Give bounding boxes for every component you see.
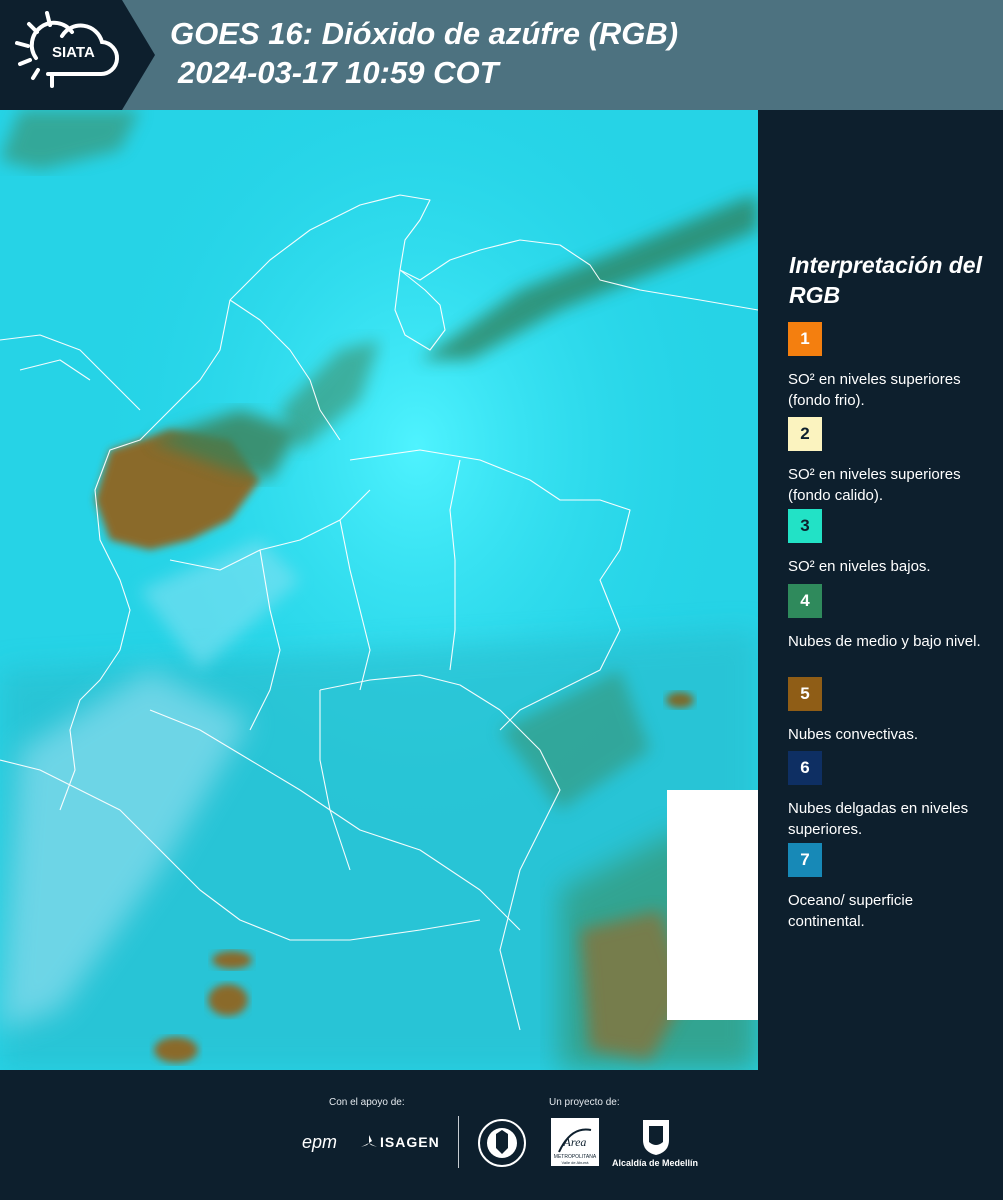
legend-label-7: Oceano/ superficie continental. <box>788 892 914 930</box>
svg-text:Valle de Aburrá: Valle de Aburrá <box>561 1160 589 1165</box>
legend-item-3: 3 SO² en niveles bajos. <box>788 509 993 577</box>
legend-label-4: Nubes de medio y bajo nivel. <box>788 633 981 650</box>
legend-swatch-5: 5 <box>788 677 822 711</box>
legend-swatch-4: 4 <box>788 584 822 618</box>
legend-swatch-2: 2 <box>788 417 822 451</box>
page-title-line2: 2024-03-17 10:59 COT <box>178 55 499 90</box>
legend-label-1: SO² en niveles superiores (fondo frio). <box>788 371 961 409</box>
footer: Con el apoyo de: epm ISAGEN Un proyecto … <box>0 1070 1003 1200</box>
satellite-map <box>0 110 758 1070</box>
legend-swatch-7: 7 <box>788 843 822 877</box>
legend-item-5: 5 Nubes convectivas. <box>788 677 993 745</box>
legend-item-2: 2 SO² en niveles superiores (fondo calid… <box>788 417 993 506</box>
logo-text: SIATA <box>52 44 95 61</box>
svg-text:Área: Área <box>563 1135 587 1149</box>
project-label: Un proyecto de: <box>549 1097 620 1108</box>
legend-swatch-6: 6 <box>788 751 822 785</box>
legend-swatch-1: 1 <box>788 322 822 356</box>
epm-logo: epm <box>302 1132 338 1152</box>
page-title-line1: GOES 16: Dióxido de azúfre (RGB) <box>170 16 679 51</box>
legend-item-7: 7 Oceano/ superficie continental. <box>788 843 993 932</box>
header-bar: SIATA GOES 16: Dióxido de azúfre (RGB) 2… <box>0 0 1003 110</box>
legend-label-3: SO² en niveles bajos. <box>788 558 931 575</box>
legend-item-1: 1 SO² en niveles superiores (fondo frio)… <box>788 322 993 411</box>
legend-item-6: 6 Nubes delgadas en niveles superiores. <box>788 751 993 840</box>
siata-logo: SIATA <box>0 0 155 110</box>
legend-title: Interpretación del RGB <box>789 252 982 308</box>
medellin-shield-icon <box>643 1120 669 1155</box>
isagen-logo-icon <box>361 1135 377 1147</box>
satellite-map-image <box>0 110 758 1070</box>
footer-divider <box>458 1116 459 1168</box>
isagen-logo: ISAGEN <box>380 1134 440 1150</box>
alcaldia-medellin-logo: Alcaldía de Medellín <box>612 1158 699 1168</box>
legend-label-6: Nubes delgadas en niveles superiores. <box>788 800 969 838</box>
area-metropolitana-logo: Área METROPOLITANA Valle de Aburrá <box>551 1118 599 1166</box>
legend-panel: Interpretación del RGB 1 SO² en niveles … <box>758 110 1003 1070</box>
legend-swatch-3: 3 <box>788 509 822 543</box>
legend-label-2: SO² en niveles superiores (fondo calido)… <box>788 466 961 504</box>
legend-label-5: Nubes convectivas. <box>788 726 919 743</box>
medellin-seal-icon <box>478 1119 526 1167</box>
support-label: Con el apoyo de: <box>329 1097 405 1108</box>
legend-item-4: 4 Nubes de medio y bajo nivel. <box>788 584 993 652</box>
